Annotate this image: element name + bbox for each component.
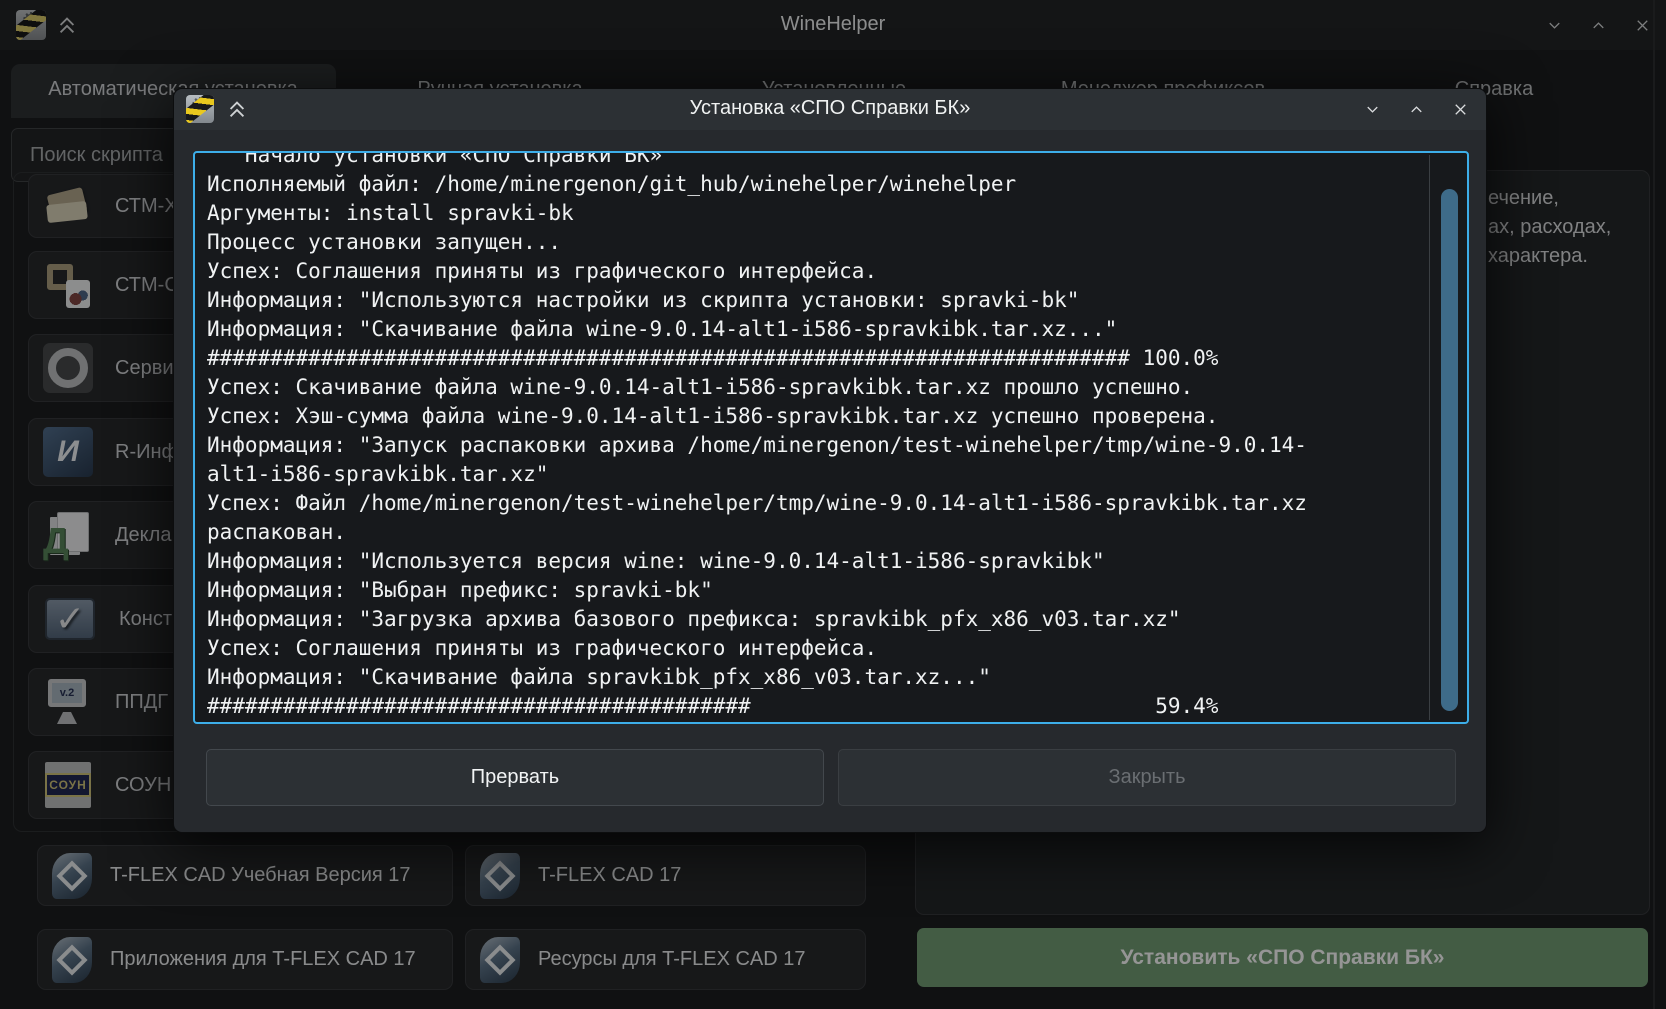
checkmark-screen-icon bbox=[45, 598, 95, 640]
maximize-button[interactable] bbox=[1407, 100, 1426, 119]
install-dialog: Установка «СПО Справки БК» Начало устано… bbox=[173, 88, 1487, 833]
tflex-shield-icon bbox=[480, 937, 520, 983]
install-log: Начало установки «СПО Справки БК» Исполн… bbox=[207, 151, 1307, 721]
main-titlebar: WineHelper bbox=[0, 0, 1666, 50]
green-d-doc-icon bbox=[43, 510, 93, 560]
maximize-button[interactable] bbox=[1589, 16, 1608, 35]
stm-box-icon bbox=[43, 181, 93, 231]
list-item-label: Конст bbox=[119, 608, 172, 631]
grid-button-label: T-FLEX CAD Учебная Версия 17 bbox=[110, 864, 411, 887]
list-item-label: ППДГ bbox=[115, 691, 168, 714]
screen: WineHelper Автоматическая установка Ручн… bbox=[0, 0, 1666, 1009]
stm-frame-icon bbox=[43, 260, 93, 310]
grid-button-label: Приложения для T-FLEX CAD 17 bbox=[110, 948, 416, 971]
install-spravki-bk-button[interactable]: Установить «СПО Справки БК» bbox=[917, 928, 1648, 987]
window-edge bbox=[1653, 0, 1655, 1009]
tflex-shield-icon bbox=[480, 853, 520, 899]
monitor-v2-icon bbox=[43, 677, 93, 727]
grid-button-tflex-17[interactable]: T-FLEX CAD 17 bbox=[465, 845, 866, 906]
tflex-shield-icon bbox=[52, 853, 92, 899]
close-dialog-button: Закрыть bbox=[838, 749, 1456, 806]
close-button[interactable] bbox=[1633, 16, 1652, 35]
list-item-label: СОУН bbox=[115, 774, 171, 797]
list-item-label: Декла bbox=[115, 524, 171, 547]
close-button[interactable] bbox=[1451, 100, 1470, 119]
minimize-button[interactable] bbox=[1363, 100, 1382, 119]
tflex-shield-icon bbox=[52, 937, 92, 983]
grid-button-label: T-FLEX CAD 17 bbox=[538, 864, 681, 887]
description-text: ечение, ах, расходах, характера. bbox=[1488, 184, 1611, 271]
ring-icon bbox=[43, 343, 93, 393]
grid-button-tflex-apps[interactable]: Приложения для T-FLEX CAD 17 bbox=[37, 929, 453, 990]
grid-button-tflex-res[interactable]: Ресурсы для T-FLEX CAD 17 bbox=[465, 929, 866, 990]
install-log-viewport[interactable]: Начало установки «СПО Справки БК» Исполн… bbox=[193, 151, 1469, 724]
list-item-label: Серви bbox=[115, 357, 174, 380]
dialog-title: Установка «СПО Справки БК» bbox=[174, 97, 1486, 120]
window-title: WineHelper bbox=[0, 13, 1666, 36]
scrollbar-track bbox=[1429, 155, 1430, 720]
list-item-label: R-Инф bbox=[115, 441, 178, 464]
list-item-label: СТМ-Х bbox=[115, 195, 178, 218]
abort-button[interactable]: Прервать bbox=[206, 749, 824, 806]
grid-button-tflex-edu[interactable]: T-FLEX CAD Учебная Версия 17 bbox=[37, 845, 453, 906]
list-item-label: СТМ-С bbox=[115, 274, 179, 297]
scrollbar-thumb[interactable] bbox=[1441, 189, 1458, 711]
dialog-titlebar: Установка «СПО Справки БК» bbox=[174, 89, 1486, 130]
grid-button-label: Ресурсы для T-FLEX CAD 17 bbox=[538, 948, 806, 971]
minimize-button[interactable] bbox=[1545, 16, 1564, 35]
blue-i-icon bbox=[43, 427, 93, 477]
soun-badge-icon bbox=[45, 762, 91, 808]
